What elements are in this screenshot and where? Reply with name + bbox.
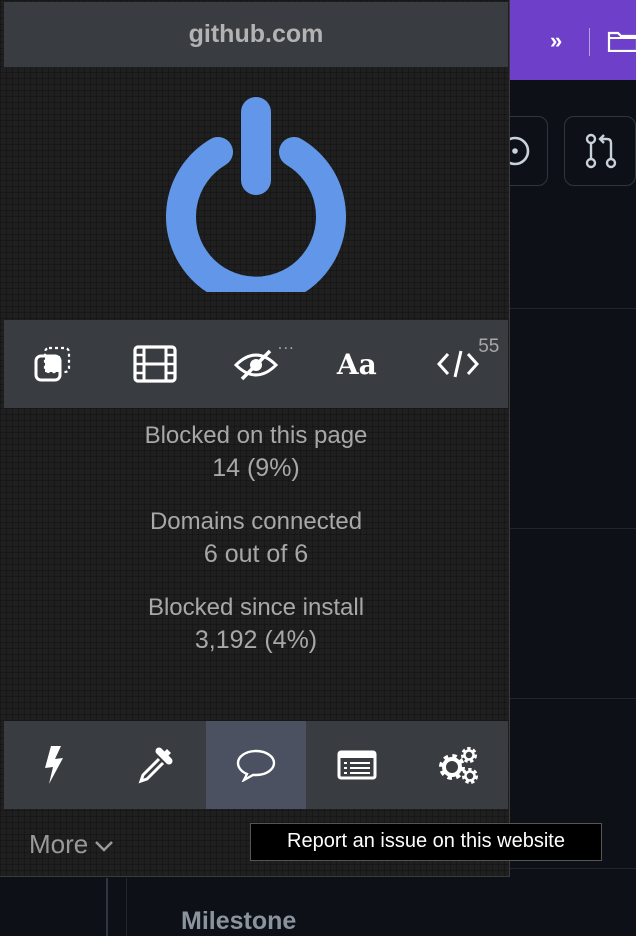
cosmetic-filter-button[interactable]: ... xyxy=(206,320,307,408)
settings-button[interactable] xyxy=(407,721,508,809)
element-zapper-button[interactable] xyxy=(4,320,105,408)
report-issue-tooltip: Report an issue on this website xyxy=(250,823,602,861)
page-divider xyxy=(510,698,636,699)
page-divider xyxy=(106,878,108,936)
eyedropper-icon xyxy=(138,747,173,784)
media-block-button[interactable] xyxy=(105,320,206,408)
lightning-button[interactable] xyxy=(4,721,105,809)
more-label: More xyxy=(29,829,89,859)
cosmetic-filter-icon xyxy=(233,349,278,381)
stat-value: 14 (9%) xyxy=(212,454,300,482)
power-icon[interactable] xyxy=(166,96,346,292)
cosmetic-filter-badge: ... xyxy=(277,334,295,353)
stat-value: 6 out of 6 xyxy=(203,540,309,568)
report-issue-button[interactable] xyxy=(205,721,307,809)
pull-request-button[interactable] xyxy=(564,116,636,186)
more-button[interactable]: More xyxy=(29,829,114,860)
chevron-down-icon xyxy=(95,841,114,852)
hostname-title: github.com xyxy=(4,2,508,67)
folder-icon[interactable] xyxy=(607,30,636,52)
milestone-label: Milestone xyxy=(181,907,297,935)
settings-gears-icon xyxy=(438,747,478,784)
media-block-icon xyxy=(133,345,177,383)
lightning-icon xyxy=(45,746,64,784)
stat-label: Blocked on this page xyxy=(144,422,368,449)
eyedropper-button[interactable] xyxy=(105,721,206,809)
bottom-toolbar xyxy=(4,721,508,809)
pull-request-icon xyxy=(585,133,617,169)
javascript-icon xyxy=(436,350,479,378)
header-separator xyxy=(589,28,590,56)
javascript-badge: 55 xyxy=(478,336,500,357)
blocker-popup: github.com ... Aa 55 Blocked on this pag… xyxy=(0,0,510,877)
javascript-button[interactable]: 55 xyxy=(407,320,508,408)
stat-value: 3,192 (4%) xyxy=(194,626,318,654)
top-toolbar: ... Aa 55 xyxy=(4,320,508,408)
stat-label: Domains connected xyxy=(149,508,363,535)
page-divider xyxy=(510,308,636,309)
page-divider xyxy=(510,868,636,869)
element-zapper-icon xyxy=(34,346,71,382)
remote-fonts-button[interactable]: Aa xyxy=(306,320,407,408)
logger-button[interactable] xyxy=(306,721,407,809)
stats-panel: Blocked on this page 14 (9%) Domains con… xyxy=(4,420,508,678)
logger-icon xyxy=(337,750,377,780)
stat-label: Blocked since install xyxy=(147,594,365,621)
more-chevrons-icon[interactable]: » xyxy=(550,28,562,54)
remote-fonts-icon: Aa xyxy=(336,347,377,381)
speech-bubble-icon xyxy=(236,749,276,782)
page-divider xyxy=(126,878,127,936)
page-divider xyxy=(510,528,636,529)
